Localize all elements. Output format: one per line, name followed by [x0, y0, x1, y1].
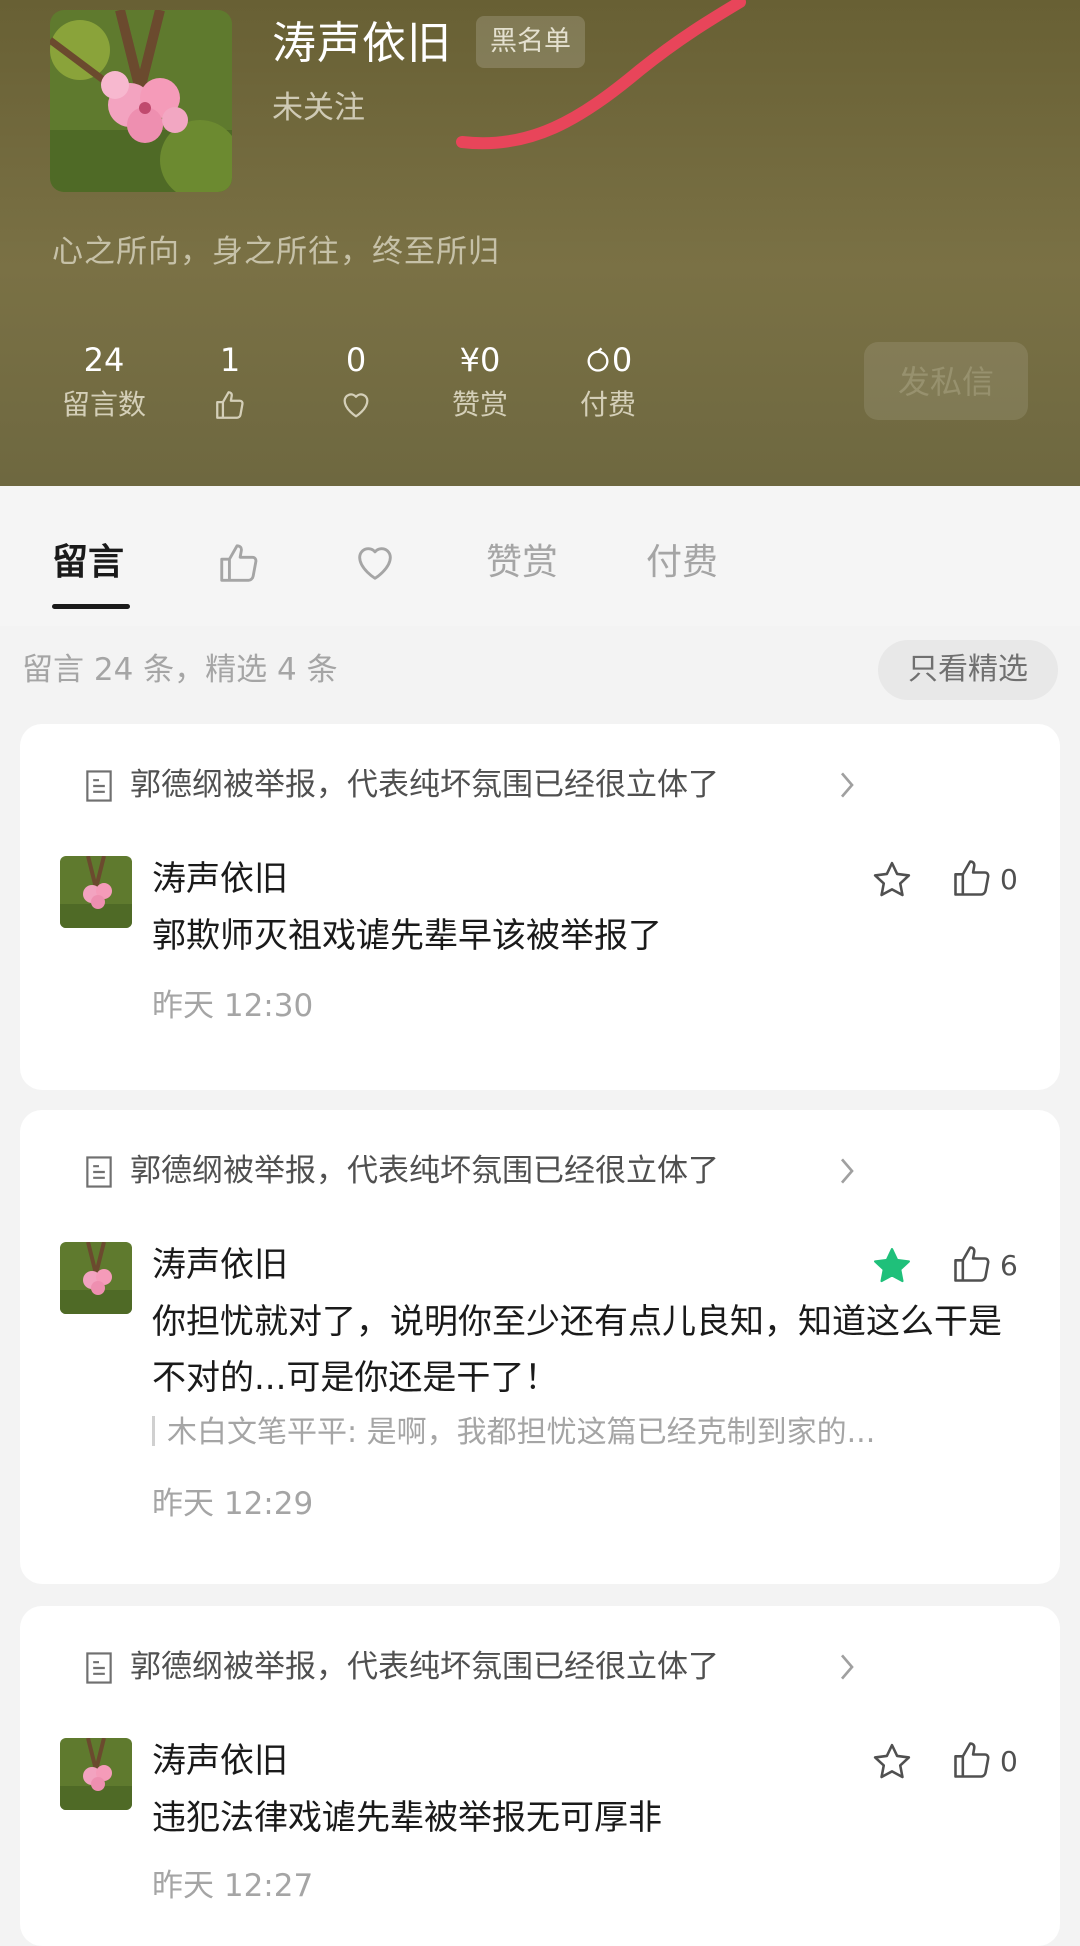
- stat-paid[interactable]: 0 付费: [548, 338, 668, 426]
- tab-bar: 留言 赞赏 付费: [0, 486, 1080, 626]
- stat-rewards[interactable]: ¥0 赞赏: [420, 338, 540, 426]
- stat-comments[interactable]: 24 留言数: [44, 338, 164, 426]
- quoted-reply[interactable]: 木白文笔平平: 是啊，我都担忧这篇已经克制到家的...: [152, 1410, 1012, 1456]
- red-annotation-stroke: [456, 0, 746, 150]
- article-link[interactable]: 郭德纲被举报，代表纯坏氛围已经很立体了: [64, 1642, 944, 1692]
- tab-favorites[interactable]: [352, 540, 398, 600]
- star-icon: [873, 1743, 911, 1779]
- comment-time: 昨天 12:29: [152, 1486, 314, 1522]
- article-title: 郭德纲被举报，代表纯坏氛围已经很立体了: [130, 1649, 719, 1685]
- like-count: 0: [1000, 863, 1018, 896]
- like-count: 0: [1000, 1745, 1018, 1778]
- stat-likes[interactable]: 1: [170, 338, 290, 426]
- comment-card: 郭德纲被举报，代表纯坏氛围已经很立体了 涛声依旧 你担忧就对了，说明你至少还有点…: [20, 1110, 1060, 1584]
- comment-summary: 留言 24 条，精选 4 条: [22, 652, 338, 688]
- chevron-right-icon: [838, 1156, 856, 1190]
- avatar[interactable]: [50, 10, 232, 192]
- star-filled-icon: [874, 1248, 910, 1283]
- comment-card: 郭德纲被举报，代表纯坏氛围已经很立体了 涛声依旧 郭欺师灭祖戏谑先辈早该被举报了…: [20, 724, 1060, 1090]
- like-button[interactable]: 6: [950, 1242, 1040, 1288]
- document-icon: [84, 770, 114, 806]
- coin-icon: [584, 341, 612, 379]
- chevron-right-icon: [838, 770, 856, 804]
- thumbs-up-icon: [216, 544, 262, 595]
- like-button[interactable]: 0: [950, 856, 1040, 902]
- quote-bar: [152, 1416, 155, 1446]
- stat-rewards-value: ¥0: [459, 341, 501, 379]
- comment-card: 郭德纲被举报，代表纯坏氛围已经很立体了 涛声依旧 违犯法律戏谑先辈被举报无可厚非…: [20, 1606, 1060, 1946]
- article-title: 郭德纲被举报，代表纯坏氛围已经很立体了: [130, 1153, 719, 1189]
- tab-paid[interactable]: 付费: [646, 538, 718, 588]
- thumbs-up-icon: [954, 1246, 990, 1282]
- chevron-right-icon: [838, 1652, 856, 1686]
- comment-time: 昨天 12:27: [152, 1868, 314, 1904]
- stat-paid-row: 0: [548, 338, 668, 382]
- like-count: 6: [1000, 1249, 1018, 1282]
- heart-icon: [352, 547, 398, 595]
- profile-bio: 心之所向，身之所往，终至所归: [52, 234, 500, 270]
- stat-favorites-value: 0: [345, 341, 367, 379]
- comment-text: 违犯法律戏谑先辈被举报无可厚非: [152, 1798, 662, 1838]
- active-tab-indicator: [52, 604, 130, 609]
- tab-likes[interactable]: [216, 540, 262, 600]
- profile-name: 涛声依旧: [272, 18, 452, 69]
- avatar[interactable]: [60, 1738, 132, 1810]
- stat-comments-value: 24: [83, 341, 125, 379]
- tab-comments[interactable]: 留言: [52, 538, 124, 588]
- article-link[interactable]: 郭德纲被举报，代表纯坏氛围已经很立体了: [64, 760, 944, 810]
- document-icon: [84, 1652, 114, 1688]
- article-title: 郭德纲被举报，代表纯坏氛围已经很立体了: [130, 767, 719, 803]
- star-icon: [873, 861, 911, 897]
- document-icon: [84, 1156, 114, 1192]
- feature-star-button[interactable]: [870, 1740, 914, 1784]
- comment-text: 你担忧就对了，说明你至少还有点儿良知，知道这么干是不对的...可是你还是干了！: [152, 1302, 1002, 1398]
- stat-paid-value: 0: [611, 341, 633, 379]
- feature-star-button[interactable]: [870, 1244, 914, 1288]
- article-link[interactable]: 郭德纲被举报，代表纯坏氛围已经很立体了: [64, 1146, 944, 1196]
- comment-time: 昨天 12:30: [152, 988, 314, 1024]
- stat-likes-value: 1: [219, 341, 241, 379]
- stat-comments-label: 留言数: [61, 388, 146, 421]
- feature-star-button[interactable]: [870, 858, 914, 902]
- tab-rewards[interactable]: 赞赏: [486, 538, 558, 588]
- profile-header: 涛声依旧 黑名单 未关注 心之所向，身之所往，终至所归 24 留言数 1 0 ¥…: [0, 0, 1080, 486]
- follow-status[interactable]: 未关注: [272, 86, 365, 130]
- thumbs-up-icon: [954, 860, 990, 896]
- comment-text: 郭欺师灭祖戏谑先辈早该被举报了: [152, 916, 662, 956]
- featured-only-button[interactable]: 只看精选: [878, 640, 1058, 700]
- send-message-button[interactable]: 发私信: [864, 342, 1028, 420]
- thumbs-up-icon: [954, 1742, 990, 1778]
- comment-author[interactable]: 涛声依旧: [152, 1240, 288, 1290]
- thumbs-up-icon: [170, 384, 290, 426]
- stat-paid-label: 付费: [579, 388, 636, 421]
- stat-favorites[interactable]: 0: [296, 338, 416, 426]
- comment-author[interactable]: 涛声依旧: [152, 854, 288, 904]
- heart-icon: [296, 384, 416, 426]
- like-button[interactable]: 0: [950, 1738, 1040, 1784]
- comment-author[interactable]: 涛声依旧: [152, 1736, 288, 1786]
- avatar[interactable]: [60, 1242, 132, 1314]
- quoted-reply-text: 木白文笔平平: 是啊，我都担忧这篇已经克制到家的...: [167, 1415, 876, 1450]
- stat-rewards-label: 赞赏: [451, 388, 508, 421]
- avatar[interactable]: [60, 856, 132, 928]
